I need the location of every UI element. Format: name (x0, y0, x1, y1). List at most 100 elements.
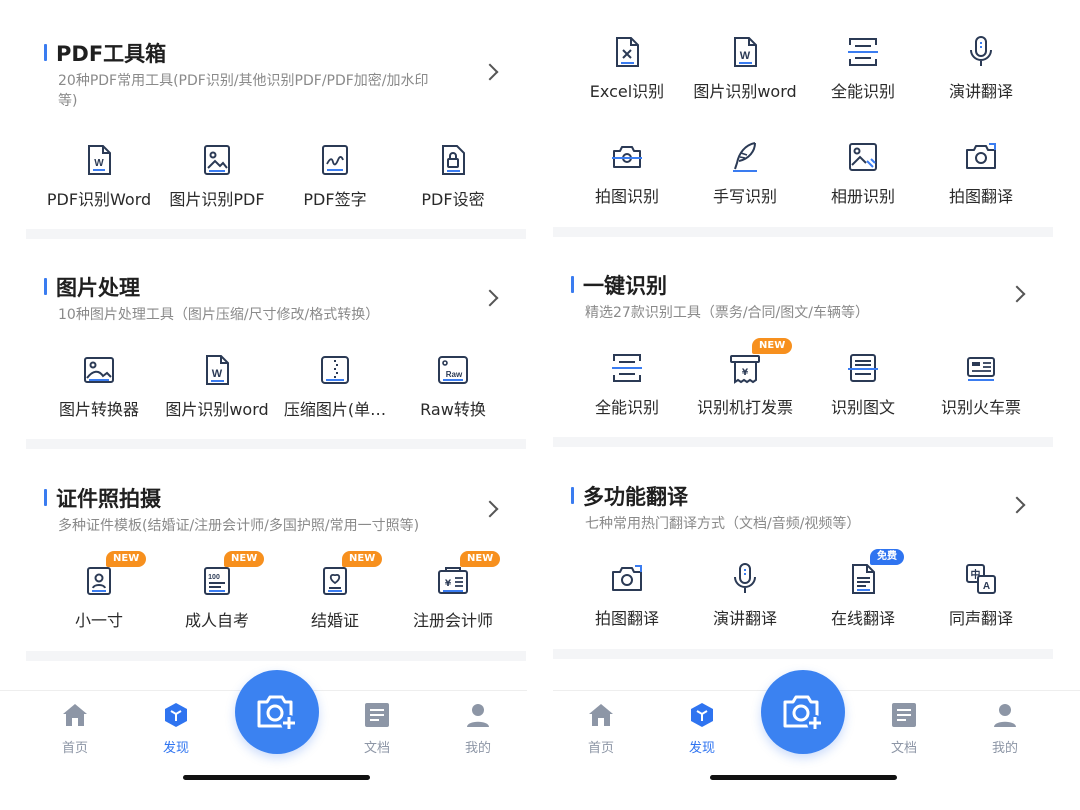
section-header[interactable]: PDF工具箱 20种PDF常用工具(PDF识别/其他识别PDF/PDF加密/加水… (26, 30, 526, 120)
accountant-icon: ¥ (435, 563, 471, 599)
section-divider (553, 227, 1053, 237)
tool-all-recognition[interactable]: 全能识别 (564, 350, 690, 430)
tool-train-ticket[interactable]: 识别火车票 (918, 350, 1044, 430)
chevron-right-icon[interactable] (481, 289, 499, 307)
section-one-click-recognition: 一键识别 精选27款识别工具（票务/合同/图文/车辆等） (553, 262, 1053, 352)
tool-label: 注册会计师 (412, 611, 493, 630)
tool-photo-translate[interactable]: 拍图翻译 (918, 139, 1044, 219)
tool-pdf-encrypt[interactable]: PDF设密 (390, 142, 516, 222)
scan-icon (845, 34, 881, 70)
svg-text:W: W (740, 50, 751, 62)
tool-label: 成人自考 (184, 611, 249, 630)
section-title: 一键识别 (583, 274, 667, 298)
tool-compress-image[interactable]: 压缩图片(单… (272, 352, 398, 432)
marriage-icon (317, 563, 353, 599)
chevron-right-icon[interactable] (1008, 496, 1026, 514)
tab-discover[interactable]: 发现 (662, 701, 742, 761)
home-indicator (710, 775, 897, 780)
section-header[interactable]: 证件照拍摄 多种证件模板(结婚证/注册会计师/多国护照/常用一寸照等) (26, 475, 526, 565)
tool-label: 手写识别 (712, 187, 777, 206)
section-title: 多功能翻译 (583, 485, 688, 509)
section-header[interactable]: 图片处理 10种图片处理工具（图片压缩/尺寸修改/格式转换） (26, 264, 526, 354)
tool-cpa[interactable]: NEW ¥ 注册会计师 (390, 551, 516, 643)
tool-adult-exam[interactable]: NEW 100 成人自考 (154, 551, 280, 643)
tool-excel-recognition[interactable]: Excel识别 (564, 34, 690, 114)
tool-online-translate[interactable]: 免费 在线翻译 (800, 549, 926, 641)
tool-label: Raw转换 (420, 400, 486, 419)
section-title: 证件照拍摄 (56, 487, 161, 511)
tool-row: 拍图识别 手写识别 相册识别 拍图翻译 (579, 139, 1079, 219)
camera-button[interactable] (235, 670, 319, 754)
tool-speech-translate[interactable]: 演讲翻译 (682, 561, 808, 641)
tool-pdf-sign[interactable]: PDF签字 (272, 142, 398, 222)
section-divider (26, 439, 526, 449)
tool-image-converter[interactable]: 图片转换器 (36, 352, 162, 432)
tool-photo-translate[interactable]: 拍图翻译 (564, 561, 690, 641)
tool-label: 拍图识别 (594, 187, 659, 206)
section-title: 图片处理 (56, 276, 140, 300)
tool-image-to-word[interactable]: W 图片识别word (154, 352, 280, 432)
section-pdf-toolbox: PDF工具箱 20种PDF常用工具(PDF识别/其他识别PDF/PDF加密/加水… (26, 30, 526, 120)
lock-doc-icon (435, 142, 471, 178)
tab-home[interactable]: 首页 (35, 701, 115, 761)
zip-icon (317, 352, 353, 388)
section-id-photo: 证件照拍摄 多种证件模板(结婚证/注册会计师/多国护照/常用一寸照等) (26, 475, 526, 565)
tool-marriage-cert[interactable]: NEW 结婚证 (272, 551, 398, 643)
tab-label: 发现 (162, 741, 189, 756)
tab-documents[interactable]: 文档 (864, 701, 944, 761)
tool-small-one-inch[interactable]: NEW 小一寸 (36, 551, 162, 643)
tool-label: 图片转换器 (58, 400, 139, 419)
section-divider (26, 651, 526, 661)
home-indicator (183, 775, 370, 780)
tab-documents[interactable]: 文档 (337, 701, 417, 761)
document-tab-icon (890, 701, 918, 729)
cube-icon (688, 701, 716, 729)
tool-image-to-pdf[interactable]: 图片识别PDF (154, 142, 280, 222)
document-tab-icon (363, 701, 391, 729)
section-subtitle: 七种常用热门翻译方式（文档/音频/视频等） (585, 516, 861, 532)
tool-label: 演讲翻译 (948, 82, 1013, 101)
signature-icon (317, 142, 353, 178)
tab-label: 我的 (464, 741, 491, 756)
tool-all-recognition[interactable]: 全能识别 (800, 34, 926, 114)
svg-text:Raw: Raw (446, 370, 463, 379)
tab-label: 我的 (991, 741, 1018, 756)
section-divider (553, 437, 1053, 447)
section-accent-bar (44, 44, 47, 61)
scan-icon (609, 350, 645, 386)
section-header[interactable]: 一键识别 精选27款识别工具（票务/合同/图文/车辆等） (553, 262, 1053, 352)
tool-row: 图片转换器 W 图片识别word 压缩图片(单… Raw Raw转换 (26, 352, 526, 432)
tool-handwriting[interactable]: 手写识别 (682, 139, 808, 219)
section-image-processing: 图片处理 10种图片处理工具（图片压缩/尺寸修改/格式转换） (26, 264, 526, 354)
tool-label: 拍图翻译 (948, 187, 1013, 206)
camera-button[interactable] (761, 670, 845, 754)
section-header[interactable]: 多功能翻译 七种常用热门翻译方式（文档/音频/视频等） (553, 473, 1053, 563)
tool-photo-recognition[interactable]: 拍图识别 (564, 139, 690, 219)
tool-raw-convert[interactable]: Raw Raw转换 (390, 352, 516, 432)
profile-icon (464, 701, 492, 729)
chevron-right-icon[interactable] (481, 63, 499, 81)
left-screen: PDF工具箱 20种PDF常用工具(PDF识别/其他识别PDF/PDF加密/加水… (0, 0, 527, 810)
tool-pdf-to-word[interactable]: W PDF识别Word (36, 142, 162, 222)
word-doc-icon: W (199, 352, 235, 388)
tab-home[interactable]: 首页 (561, 701, 641, 761)
raw-icon: Raw (435, 352, 471, 388)
chevron-right-icon[interactable] (1008, 285, 1026, 303)
tool-simultaneous-translate[interactable]: 中A 同声翻译 (918, 561, 1044, 641)
tool-album-recognition[interactable]: 相册识别 (800, 139, 926, 219)
chevron-right-icon[interactable] (481, 500, 499, 518)
tool-image-to-word[interactable]: W 图片识别word (682, 34, 808, 114)
tool-invoice-recognition[interactable]: NEW ¥ 识别机打发票 (682, 338, 808, 430)
section-divider (26, 229, 526, 239)
section-accent-bar (44, 278, 47, 295)
tool-text-image-recognition[interactable]: 识别图文 (800, 350, 926, 430)
tab-profile[interactable]: 我的 (438, 701, 518, 761)
album-icon (845, 139, 881, 175)
tab-discover[interactable]: 发现 (136, 701, 216, 761)
text-scan-icon (845, 350, 881, 386)
tool-row: 全能识别 NEW ¥ 识别机打发票 识别图文 识别火车票 (579, 338, 1079, 430)
section-accent-bar (571, 276, 574, 293)
tab-profile[interactable]: 我的 (965, 701, 1045, 761)
camera-plus-icon (257, 695, 297, 731)
tool-speech-translate[interactable]: 演讲翻译 (918, 34, 1044, 114)
